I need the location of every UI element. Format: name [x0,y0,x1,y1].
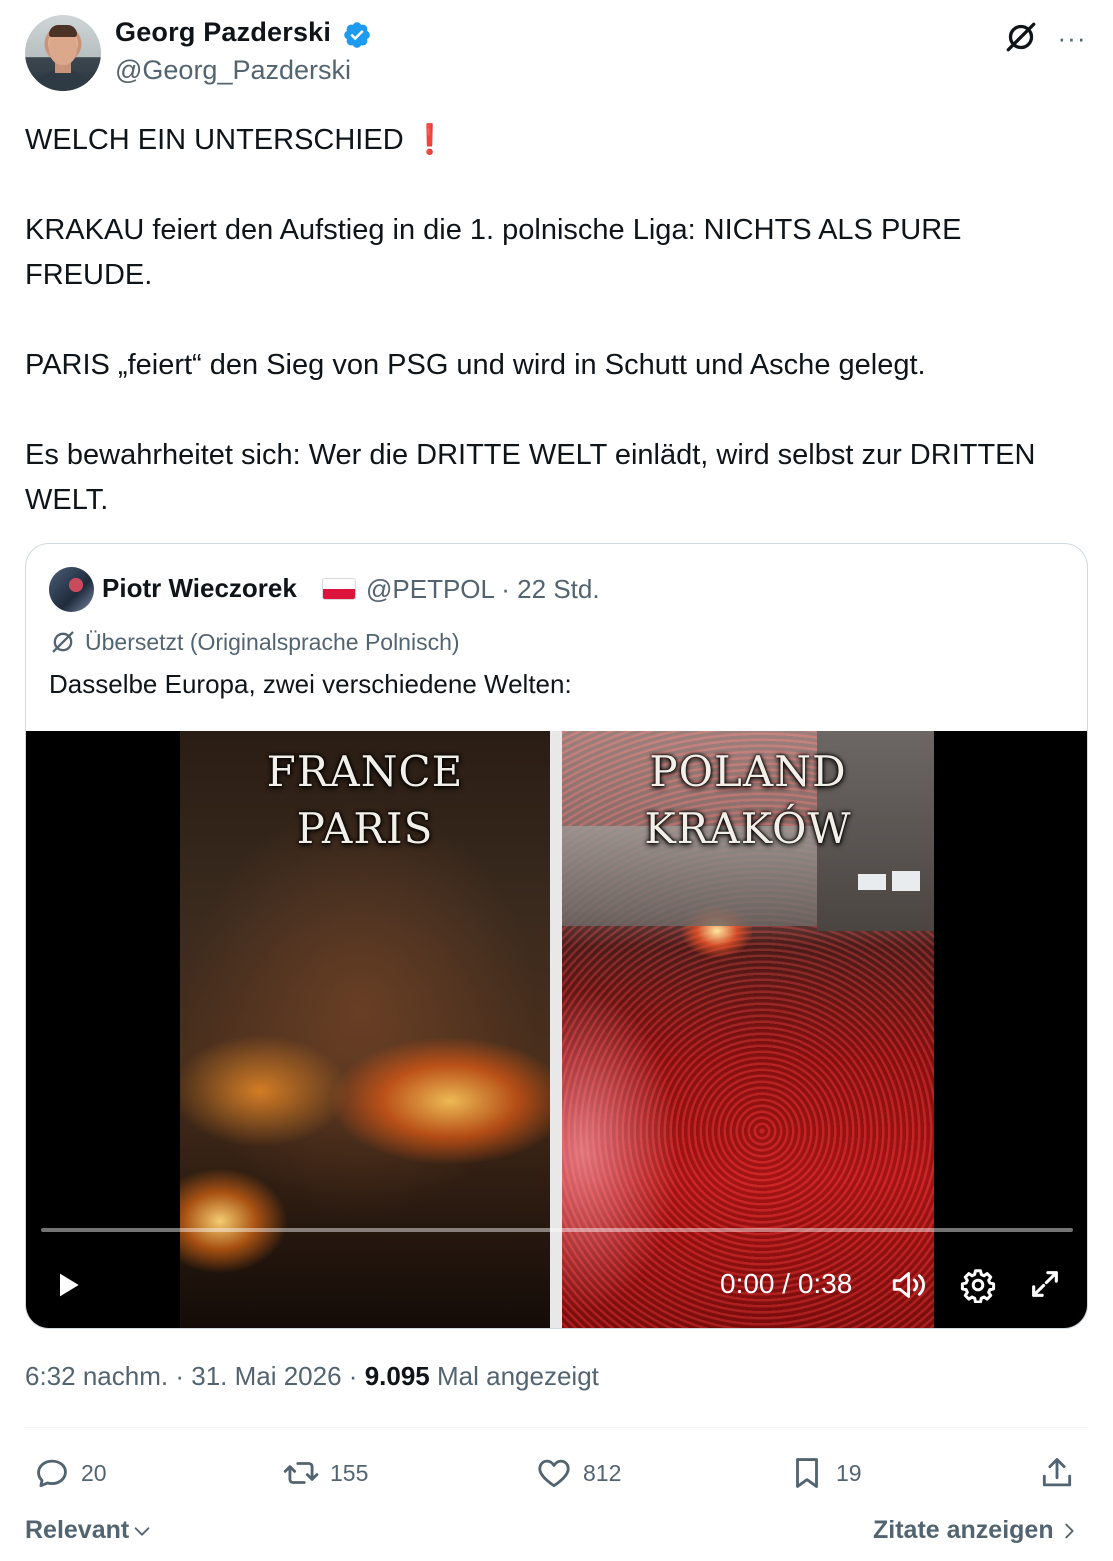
meta-separator: · [501,574,510,604]
tweet-paragraph-4: Es bewahrheitet sich: Wer die DRITTE WEL… [25,439,1044,516]
more-icon[interactable]: ··· [1055,21,1089,55]
exclamation-emoji-icon: ❗ [411,124,448,156]
view-label: Mal angezeigt [437,1361,599,1391]
video-caption-left: FRANCE PARIS [180,743,550,857]
tweet-line-1: WELCH EIN UNTERSCHIED [25,124,404,156]
meta-dot: · [348,1361,358,1391]
view-count: 9.095 [364,1361,430,1391]
caption-paris: PARIS [296,804,434,853]
translate-icon [52,631,74,653]
author-avatar[interactable] [25,15,101,91]
reply-count: 20 [81,1459,107,1486]
author-display-name[interactable]: Georg Pazderski [115,17,331,48]
sort-label: Relevant [25,1516,130,1544]
like-button[interactable]: 812 [535,1453,621,1493]
tweet-text: WELCH EIN UNTERSCHIED ❗ KRAKAU feiert de… [25,118,1090,523]
translation-note-text: Übersetzt (Originalsprache Polnisch) [85,628,460,655]
fullscreen-icon[interactable] [1028,1267,1062,1301]
tweet-time[interactable]: 6:32 nachm. [25,1361,168,1391]
author-handle[interactable]: @Georg_Pazderski [115,55,351,86]
video-progress-bar[interactable] [41,1228,1073,1232]
reply-icon [37,1459,67,1488]
repost-icon [283,1462,319,1484]
caption-france: FRANCE [266,747,464,796]
video-frame-divider [550,731,562,1328]
meta-dot: · [175,1361,184,1391]
play-icon[interactable] [52,1269,84,1301]
video-caption-right: POLAND KRAKÓW [562,743,934,857]
grok-slash-icon[interactable] [1003,19,1039,55]
chevron-down-icon [134,1526,150,1536]
reply-button[interactable]: 20 [33,1453,107,1493]
tweet-paragraph-3: PARIS „feiert“ den Sieg von PSG und wird… [25,349,926,381]
heart-icon [538,1459,570,1488]
quoted-tweet-card[interactable]: Piotr Wieczorek @PETPOL · 22 Std. Überse… [25,543,1088,1329]
view-quotes-link[interactable]: Zitate anzeigen [873,1516,1080,1545]
view-quotes-label: Zitate anzeigen [873,1516,1054,1544]
sort-replies-dropdown[interactable]: Relevant [25,1516,153,1545]
gear-icon[interactable] [960,1267,996,1303]
tweet-header: Georg Pazderski @Georg_Pazderski ··· [25,15,1090,91]
share-icon [1042,1458,1072,1487]
divider [25,1427,1088,1428]
tweet-date[interactable]: 31. Mai 2026 [191,1361,341,1391]
tweet-timestamp: 6:32 nachm. · 31. Mai 2026 · 9.095 Mal a… [25,1361,599,1392]
share-button[interactable] [1038,1453,1076,1493]
volume-icon[interactable] [890,1267,930,1303]
repost-count: 155 [330,1459,369,1486]
like-count: 812 [583,1459,622,1486]
video-time: 0:00 / 0:38 [720,1268,853,1299]
translation-note[interactable]: Übersetzt (Originalsprache Polnisch) [49,627,460,657]
quoted-author-name[interactable]: Piotr Wieczorek [102,573,297,604]
chevron-right-icon [1064,1523,1074,1538]
bookmark-icon [796,1458,818,1488]
quoted-author-handle[interactable]: @PETPOL [366,574,494,604]
video-player[interactable]: FRANCE PARIS POLAND KRAKÓW 0:00 / 0:38 [26,731,1087,1328]
quoted-author-avatar[interactable] [49,567,94,612]
verified-badge-icon[interactable] [342,20,372,50]
caption-krakow: KRAKÓW [644,804,852,853]
quoted-text: Dasselbe Europa, zwei verschiedene Welte… [49,669,572,699]
repost-button[interactable]: 155 [282,1453,368,1493]
bookmark-count: 19 [836,1459,862,1486]
bookmark-button[interactable]: 19 [788,1453,862,1493]
caption-poland: POLAND [649,747,847,796]
tweet-paragraph-2: KRAKAU feiert den Aufstieg in die 1. pol… [25,214,970,291]
quoted-meta: @PETPOL · 22 Std. [366,574,600,605]
quoted-age[interactable]: 22 Std. [517,574,599,604]
poland-flag-icon [322,578,356,600]
